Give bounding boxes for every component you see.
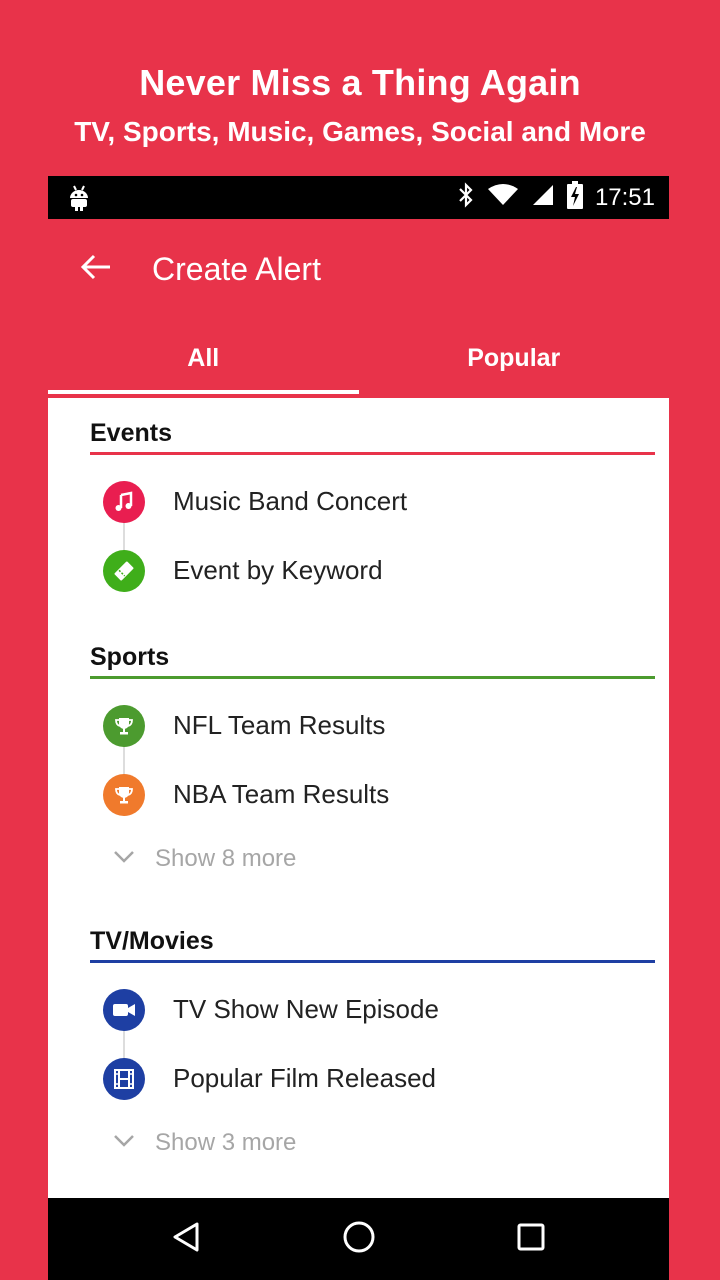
- film-icon: [103, 1057, 145, 1100]
- section-title-sports: Sports: [90, 643, 170, 671]
- show-more-label: Show 3 more: [155, 1129, 297, 1156]
- page-title: Create Alert: [152, 251, 321, 287]
- promo-header: Never Miss a Thing Again TV, Sports, Mus…: [0, 0, 720, 176]
- nav-home-button[interactable]: [319, 1198, 399, 1280]
- wifi-icon: [487, 183, 519, 212]
- list-item-music-band-concert[interactable]: Music Band Concert: [90, 467, 655, 536]
- tab-all[interactable]: All: [48, 319, 359, 398]
- tab-bar: All Popular: [48, 319, 669, 398]
- music-note-icon: [103, 480, 145, 523]
- list-item-nfl-team-results[interactable]: NFL Team Results: [90, 691, 655, 760]
- tab-popular-label: Popular: [467, 344, 561, 372]
- status-bar: 17:51: [48, 176, 669, 219]
- section-tv-movies: TV/Movies TV Show New Episode Popular Fi…: [90, 924, 655, 1173]
- section-sports: Sports NFL Team Results NBA Team Results…: [90, 640, 655, 889]
- video-camera-icon: [103, 988, 145, 1031]
- list-item-label: NBA Team Results: [173, 779, 390, 809]
- signal-icon: [531, 183, 555, 212]
- section-title-events: Events: [90, 419, 172, 447]
- back-button[interactable]: [76, 249, 116, 289]
- section-title-tv-movies: TV/Movies: [90, 927, 214, 955]
- back-triangle-icon: [171, 1221, 201, 1258]
- list-item-label: Music Band Concert: [173, 486, 408, 516]
- show-more-tv-movies[interactable]: Show 3 more: [90, 1113, 655, 1173]
- show-more-label: Show 8 more: [155, 845, 297, 872]
- tab-popular[interactable]: Popular: [359, 319, 670, 398]
- show-more-sports[interactable]: Show 8 more: [90, 829, 655, 889]
- section-divider: [90, 676, 655, 679]
- list-item-label: Event by Keyword: [173, 555, 383, 585]
- list-item-label: NFL Team Results: [173, 710, 386, 740]
- promo-subtitle: TV, Sports, Music, Games, Social and Mor…: [74, 116, 646, 147]
- nav-recents-button[interactable]: [491, 1198, 571, 1280]
- nav-back-button[interactable]: [146, 1198, 226, 1280]
- navigation-bar: [48, 1198, 669, 1280]
- section-divider: [90, 960, 655, 963]
- section-divider: [90, 452, 655, 455]
- arrow-left-icon: [80, 253, 112, 286]
- list-item-tv-show-new-episode[interactable]: TV Show New Episode: [90, 975, 655, 1044]
- list-item-label: TV Show New Episode: [173, 994, 439, 1024]
- recents-square-icon: [516, 1222, 546, 1257]
- trophy-icon: [103, 773, 145, 816]
- tab-all-label: All: [187, 344, 220, 372]
- chevron-down-icon: [113, 850, 135, 869]
- status-time: 17:51: [594, 183, 655, 211]
- android-icon: [68, 184, 90, 217]
- list-item-popular-film-released[interactable]: Popular Film Released: [90, 1044, 655, 1113]
- section-events: Events Music Band Concert Event by Keywo…: [90, 416, 655, 605]
- home-circle-icon: [342, 1220, 376, 1259]
- promo-title: Never Miss a Thing Again: [139, 62, 581, 103]
- list-item-nba-team-results[interactable]: NBA Team Results: [90, 760, 655, 829]
- bluetooth-icon: [457, 182, 475, 213]
- alert-category-list: Events Music Band Concert Event by Keywo…: [48, 398, 669, 1198]
- ticket-icon: [103, 549, 145, 592]
- trophy-icon: [103, 704, 145, 747]
- list-item-event-by-keyword[interactable]: Event by Keyword: [90, 536, 655, 605]
- list-item-label: Popular Film Released: [173, 1063, 437, 1093]
- battery-charging-icon: [566, 181, 583, 214]
- chevron-down-icon: [113, 1134, 135, 1153]
- app-bar: Create Alert All Popular: [48, 219, 669, 398]
- device-screen: 17:51 Create Alert All Popular Events Mu…: [48, 176, 669, 1280]
